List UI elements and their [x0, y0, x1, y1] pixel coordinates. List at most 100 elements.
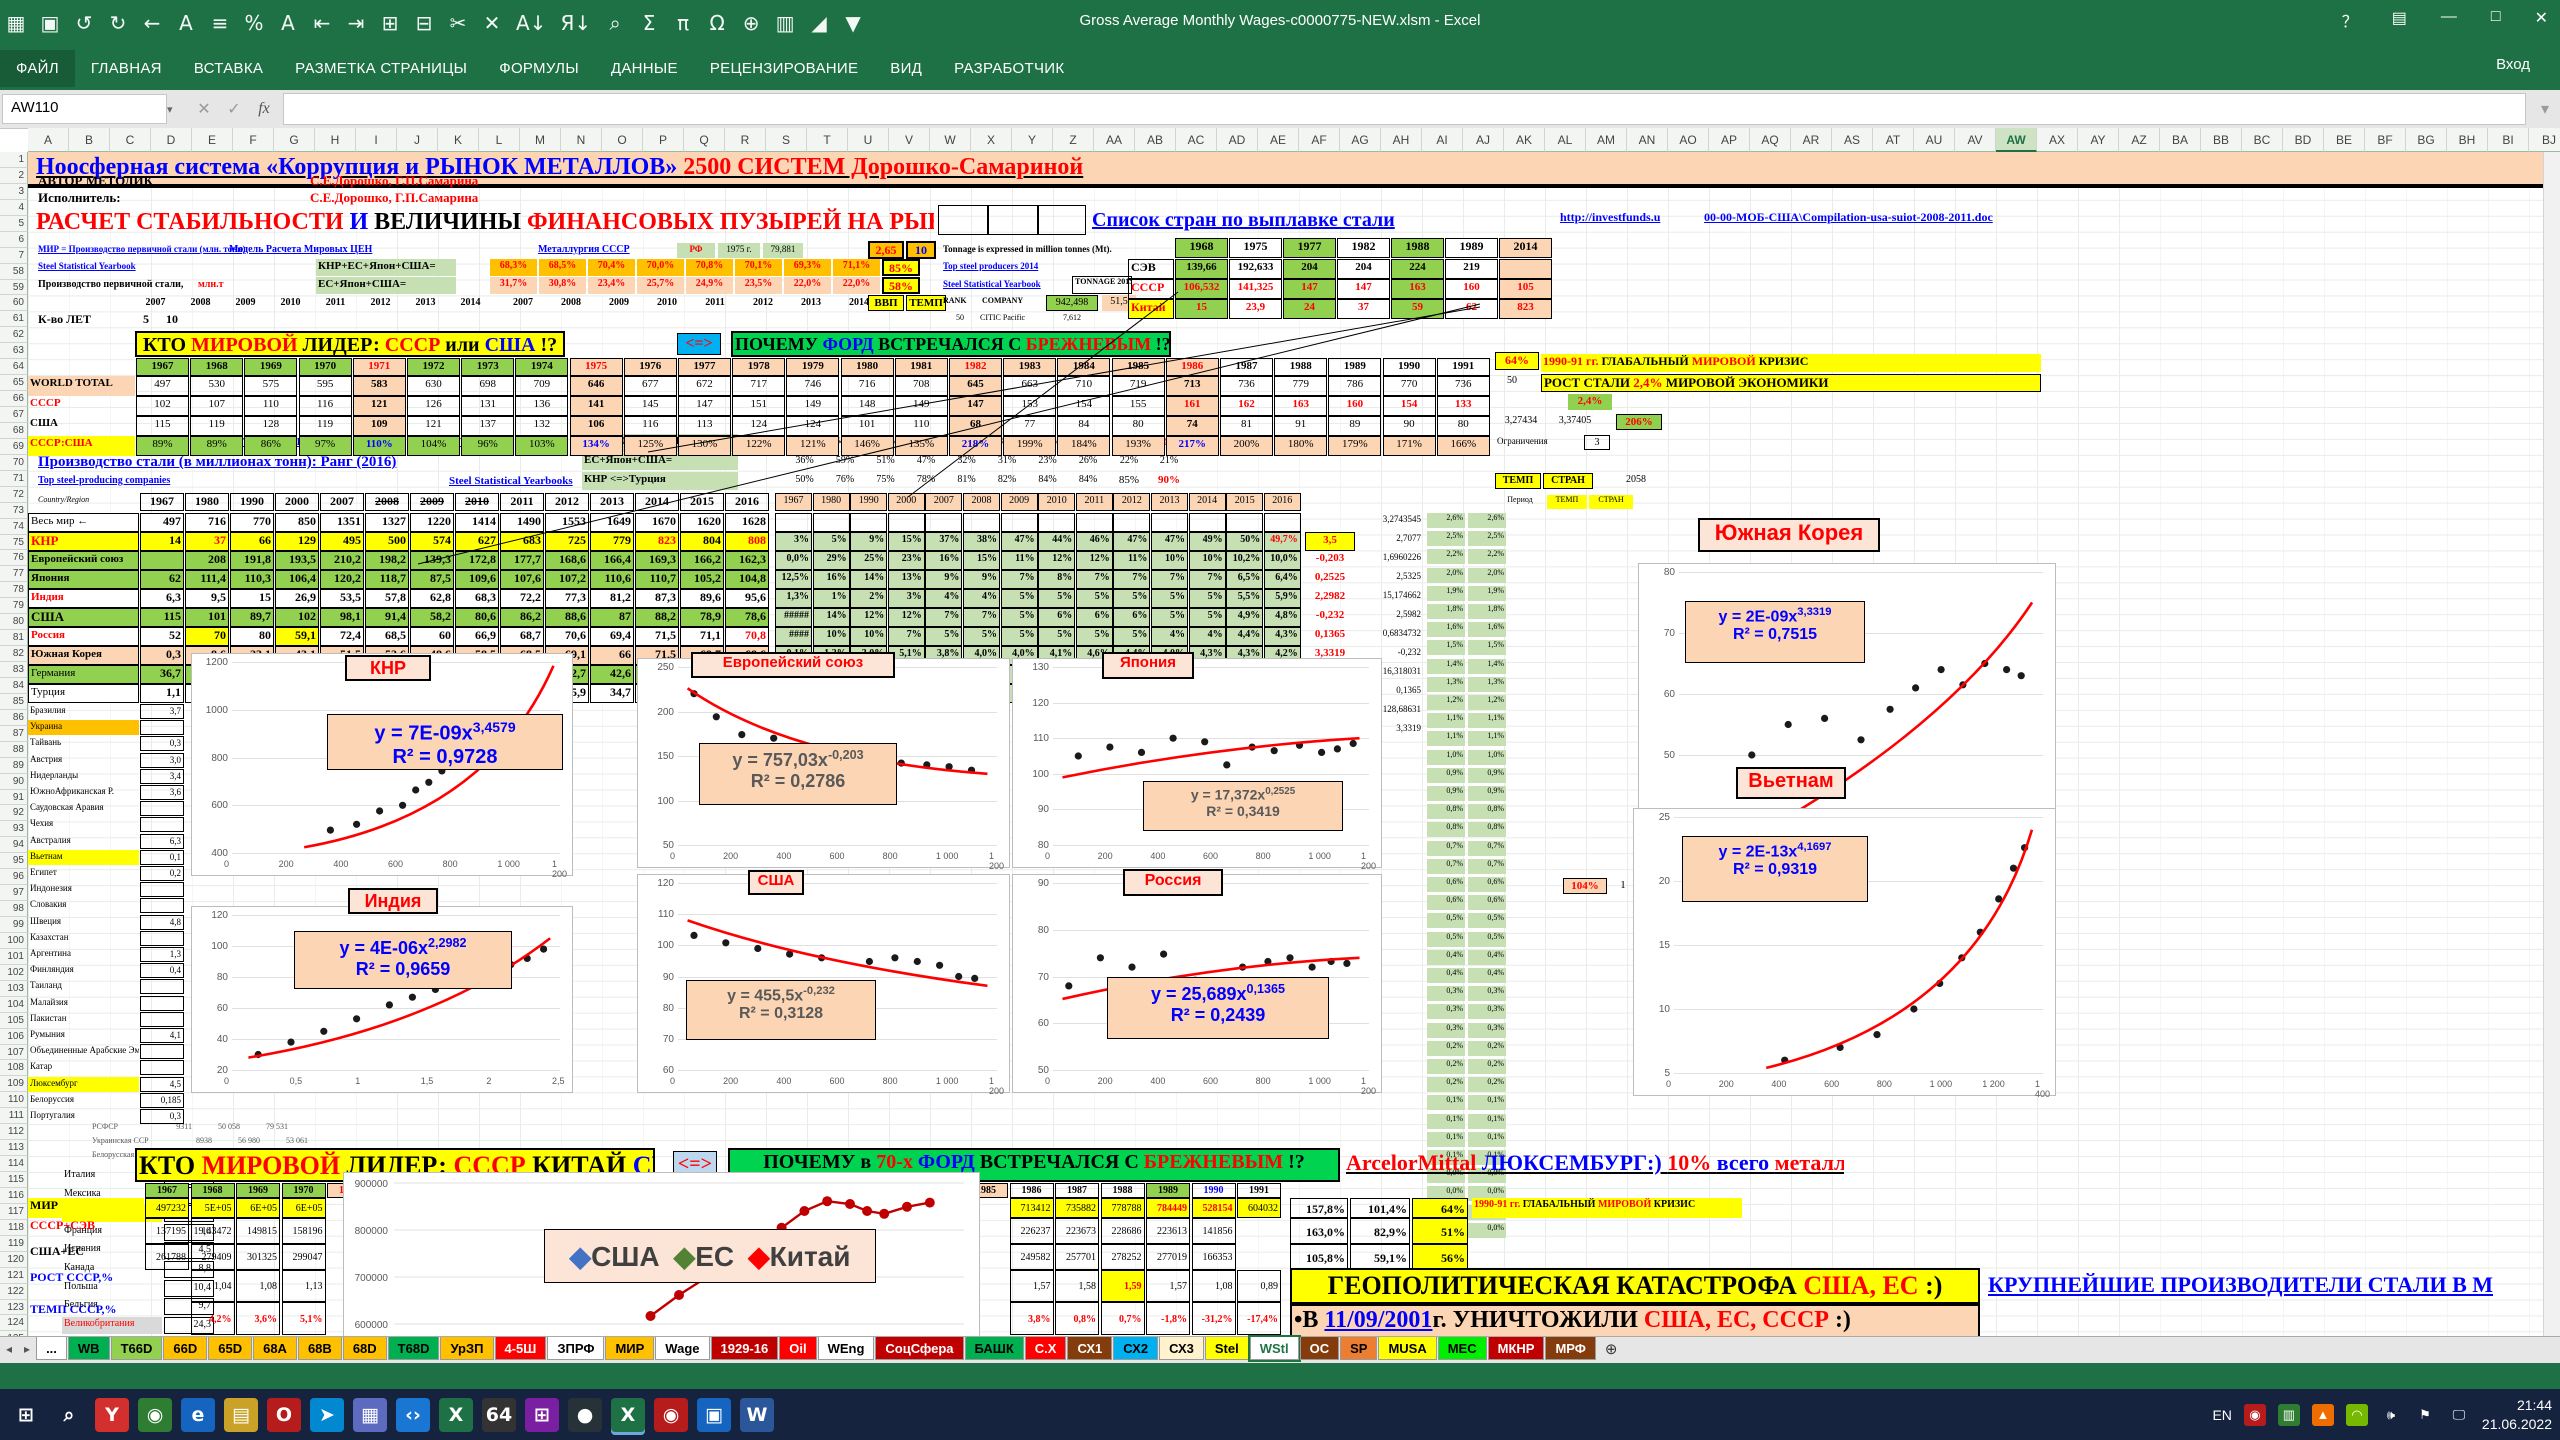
cell[interactable]: COMPANY	[980, 296, 1040, 310]
cell[interactable]: 1,6960226	[1359, 551, 1423, 567]
cell[interactable]: 137195	[145, 1218, 189, 1244]
cell[interactable]: 0,5%	[1427, 913, 1465, 928]
cell[interactable]: 16%	[813, 570, 850, 589]
cell[interactable]: 64%	[1495, 352, 1539, 370]
cell[interactable]: 78,6	[725, 608, 769, 627]
cell[interactable]: 107,6	[500, 570, 544, 589]
cell[interactable]: 124	[732, 416, 785, 436]
cell[interactable]: 68,7	[500, 627, 544, 646]
cell[interactable]: 1670	[635, 513, 679, 532]
cell[interactable]: 4%	[1189, 627, 1226, 646]
font-color-icon[interactable]: A	[278, 11, 298, 35]
cell[interactable]: 95,6	[725, 589, 769, 608]
cell[interactable]: 62	[1445, 299, 1498, 319]
cell[interactable]: 2012	[740, 296, 786, 310]
row-header-75[interactable]: 75	[0, 535, 28, 551]
underline-icon[interactable]: A	[176, 11, 196, 35]
cell[interactable]: 69,3%	[784, 259, 831, 276]
cell[interactable]: 3,27434	[1495, 414, 1547, 430]
cell[interactable]: 58,2	[410, 608, 454, 627]
row-header-102[interactable]: 102	[0, 965, 28, 981]
cell[interactable]: 1980	[185, 493, 229, 511]
cell[interactable]: 2,0%	[1468, 568, 1506, 583]
cell[interactable]: 3	[1584, 435, 1610, 450]
chart-title-rus[interactable]: Россия	[1123, 869, 1223, 896]
cell[interactable]: Индонезия	[28, 882, 139, 897]
cell[interactable]: 942,498	[1046, 295, 1098, 311]
cell[interactable]: СССР	[28, 396, 135, 416]
column-header-AL[interactable]: AL	[1545, 128, 1586, 152]
cell[interactable]: 10%	[850, 627, 887, 646]
cell[interactable]: 713412	[1010, 1198, 1054, 1218]
cell[interactable]: 1,3%	[1427, 677, 1465, 692]
cell[interactable]: 1990	[850, 493, 887, 511]
cell[interactable]: ####	[775, 627, 812, 646]
column-header-AP[interactable]: AP	[1709, 128, 1750, 152]
cell[interactable]: 98,1	[320, 608, 364, 627]
cell[interactable]: 179%	[1328, 436, 1381, 456]
cell[interactable]: 6E+05	[236, 1198, 280, 1218]
cell[interactable]: Австралия	[28, 834, 139, 849]
column-header-BD[interactable]: BD	[2283, 128, 2324, 152]
cell[interactable]: 14%	[813, 608, 850, 627]
cell[interactable]: 497	[140, 513, 184, 532]
cell[interactable]: 15,174662	[1359, 589, 1423, 605]
nvidia-icon[interactable]: ◠	[2346, 1404, 2368, 1426]
sheet-tab-68A[interactable]: 68A	[253, 1337, 297, 1360]
row-header-96[interactable]: 96	[0, 869, 28, 885]
cell[interactable]: 2009	[224, 296, 267, 310]
row-header-99[interactable]: 99	[0, 917, 28, 933]
column-header-A[interactable]: A	[28, 128, 69, 152]
enter-icon[interactable]: ✓	[219, 99, 249, 119]
cell[interactable]: 22%	[1110, 454, 1148, 469]
sheet-tab-СоцСфера[interactable]: СоцСфера	[875, 1337, 963, 1360]
tab-scroll-left-icon[interactable]: ◂	[0, 1337, 18, 1361]
cell[interactable]: 141,325	[1229, 279, 1282, 299]
cell[interactable]: 1983	[1003, 358, 1056, 376]
cell[interactable]: 0,3	[140, 1109, 184, 1124]
row-header-88[interactable]: 88	[0, 742, 28, 758]
worksheet[interactable]: Ноосферная система «Коррупция и РЫНОК МЕ…	[28, 152, 2544, 1336]
cell[interactable]: 12%	[1076, 551, 1113, 570]
cell[interactable]: 1327	[365, 513, 409, 532]
cell[interactable]: 1490	[500, 513, 544, 532]
cell[interactable]: 698	[461, 376, 514, 396]
cell[interactable]: 85%	[882, 259, 920, 276]
volume-icon[interactable]: 🕪	[2380, 1404, 2402, 1426]
cell[interactable]: 192,633	[1229, 259, 1282, 279]
cell[interactable]: 1987	[1220, 358, 1273, 376]
cell[interactable]	[140, 1012, 184, 1027]
cell[interactable]: 23%	[1028, 454, 1067, 470]
cell[interactable]: 1220	[410, 513, 454, 532]
sheet-tab-СХ2[interactable]: СХ2	[1113, 1337, 1158, 1360]
cell[interactable]	[888, 513, 925, 532]
cell[interactable]: СССР	[1128, 279, 1174, 299]
cell[interactable]: 5%	[1038, 627, 1075, 646]
cell[interactable]: 5%	[1113, 589, 1150, 608]
cell[interactable]: 2016	[725, 493, 769, 511]
cell[interactable]: Steel Statistical Yearbook	[941, 278, 1069, 293]
column-header-Q[interactable]: Q	[684, 128, 725, 152]
cell[interactable]: 0,7%	[1468, 859, 1506, 874]
cell[interactable]: 1628	[725, 513, 769, 532]
cell[interactable]: 139,3	[410, 551, 454, 570]
column-header-U[interactable]: U	[848, 128, 889, 152]
cell[interactable]: 717	[732, 376, 785, 396]
crisis-note-2[interactable]: 1990-91 гг. ГЛАБАЛЬНЫЙ МИРОВОЙ КРИЗИС	[1472, 1198, 1742, 1218]
cell[interactable]: 528154	[1192, 1198, 1236, 1218]
cell[interactable]: 0,5%	[1427, 932, 1465, 947]
cell[interactable]: 68,5	[365, 627, 409, 646]
sheet-tab-СХ1[interactable]: СХ1	[1067, 1337, 1112, 1360]
cell[interactable]: 0,2%	[1468, 1077, 1506, 1092]
cell[interactable]: 2,4%	[1568, 394, 1612, 410]
cell[interactable]	[1189, 513, 1226, 532]
cell[interactable]: КНР	[28, 532, 139, 551]
cell[interactable]: 1989	[1445, 238, 1498, 258]
cell[interactable]: 0,1%	[1468, 1114, 1506, 1129]
cell[interactable]: 102	[275, 608, 319, 627]
cell[interactable]: КНР <=>Турция	[582, 472, 738, 490]
sheet-tab-МКНР[interactable]: МКНР	[1488, 1337, 1545, 1360]
cell[interactable]: 0,7%	[1427, 859, 1465, 874]
cell[interactable]: 37%	[925, 532, 962, 551]
flag-icon[interactable]: ⚑	[2414, 1404, 2436, 1426]
